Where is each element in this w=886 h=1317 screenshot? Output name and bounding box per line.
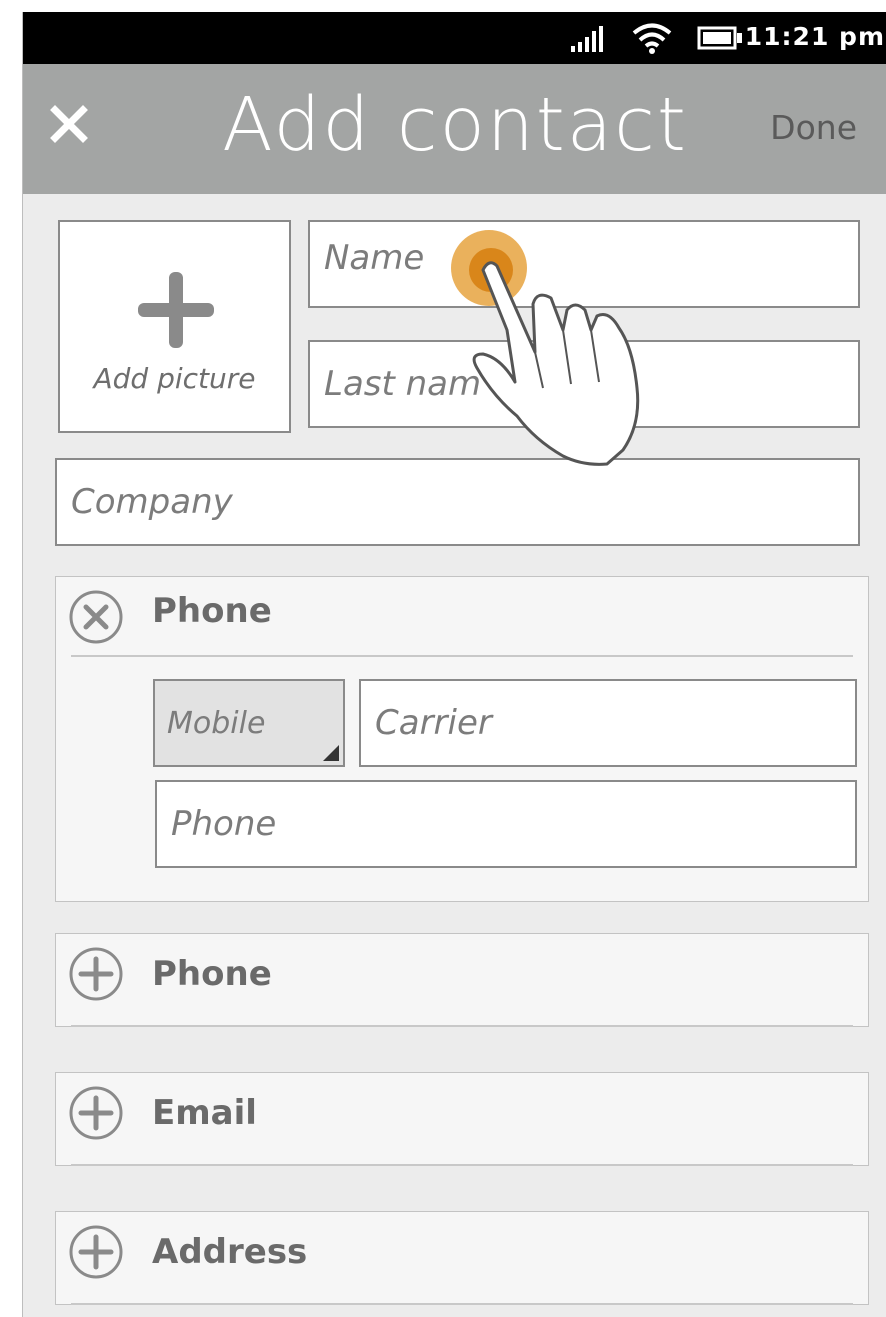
section-divider <box>71 655 853 657</box>
phone-number-field[interactable]: Phone <box>155 780 857 868</box>
status-bar: 11:21 pm <box>23 12 886 64</box>
phone-type-value: Mobile <box>167 705 266 741</box>
add-phone-section[interactable]: Phone <box>55 933 869 1027</box>
carrier-placeholder: Carrier <box>375 703 492 743</box>
company-placeholder: Company <box>71 482 233 522</box>
section-divider <box>71 1025 853 1027</box>
phone-placeholder: Phone <box>171 804 277 844</box>
plus-icon <box>138 272 214 348</box>
add-email-section[interactable]: Email <box>55 1072 869 1166</box>
app-header: Add contact Done <box>23 64 886 194</box>
carrier-field[interactable]: Carrier <box>359 679 857 767</box>
remove-circle-icon[interactable] <box>68 589 124 645</box>
signal-icon <box>571 26 603 52</box>
dropdown-corner-icon <box>323 745 339 761</box>
last-name-placeholder: Last nam <box>324 364 482 404</box>
company-field[interactable]: Company <box>55 458 860 546</box>
phone-section-title: Phone <box>152 591 272 631</box>
battery-icon <box>697 26 742 50</box>
add-picture-label: Add picture <box>93 362 256 395</box>
status-time: 11:21 pm <box>744 22 885 51</box>
add-picture-button[interactable]: Add picture <box>58 220 291 433</box>
phone-type-select[interactable]: Mobile <box>153 679 345 767</box>
name-field[interactable]: Name <box>308 220 860 308</box>
add-circle-icon[interactable] <box>68 1224 124 1280</box>
phone-section: Phone Mobile Carrier Phone <box>55 576 869 902</box>
page-title: Add contact <box>222 82 688 168</box>
done-button[interactable]: Done <box>770 108 857 147</box>
section-divider <box>71 1303 853 1305</box>
add-email-title: Email <box>152 1093 257 1133</box>
add-phone-title: Phone <box>152 954 272 994</box>
last-name-field[interactable]: Last nam <box>308 340 860 428</box>
section-divider <box>71 1164 853 1166</box>
add-circle-icon[interactable] <box>68 1085 124 1141</box>
wifi-icon <box>632 23 672 54</box>
phone-screen: 11:21 pm Add contact Done Add picture Na… <box>22 12 886 1317</box>
add-address-title: Address <box>152 1232 308 1272</box>
add-circle-icon[interactable] <box>68 946 124 1002</box>
name-placeholder: Name <box>324 238 425 278</box>
add-address-section[interactable]: Address <box>55 1211 869 1305</box>
